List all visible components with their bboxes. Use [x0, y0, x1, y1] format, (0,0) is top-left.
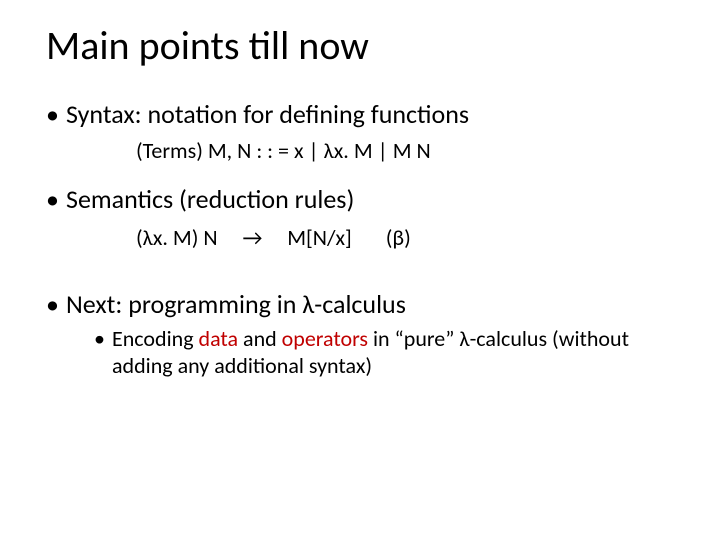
slide-title: Main points till now	[46, 24, 674, 68]
bullet-list-3: Next: programming in λ-calculus Encoding…	[46, 288, 674, 380]
bullet-syntax: Syntax: notation for defining functions	[46, 98, 674, 131]
sub-data: data	[199, 325, 239, 352]
sub-ops: operators	[282, 325, 368, 352]
bullet-next-text: Next: programming in λ-calculus	[66, 288, 406, 320]
sub-pre: Encoding	[112, 325, 199, 352]
reduction-label: (β)	[386, 224, 411, 251]
bullet-next: Next: programming in λ-calculus Encoding…	[46, 288, 674, 380]
arrow-icon: →	[242, 224, 262, 251]
slide: Main points till now Syntax: notation fo…	[0, 0, 720, 540]
bullet-list: Syntax: notation for defining functions	[46, 98, 674, 131]
sub-and: and	[238, 325, 282, 352]
reduction-line: (λx. M) N → M[N/x] (β)	[136, 224, 674, 253]
sub-bullet-encoding: Encoding data and operators in “pure” λ-…	[94, 325, 674, 380]
bullet-list-2: Semantics (reduction rules)	[46, 183, 674, 216]
bullet-semantics: Semantics (reduction rules)	[46, 183, 674, 216]
reduction-rhs: M[N/x]	[287, 224, 352, 251]
reduction-lhs: (λx. M) N	[136, 224, 218, 251]
sub-bullet-list: Encoding data and operators in “pure” λ-…	[94, 325, 674, 380]
grammar-line: (Terms) M, N : : = x | λx. M | M N	[136, 137, 674, 166]
